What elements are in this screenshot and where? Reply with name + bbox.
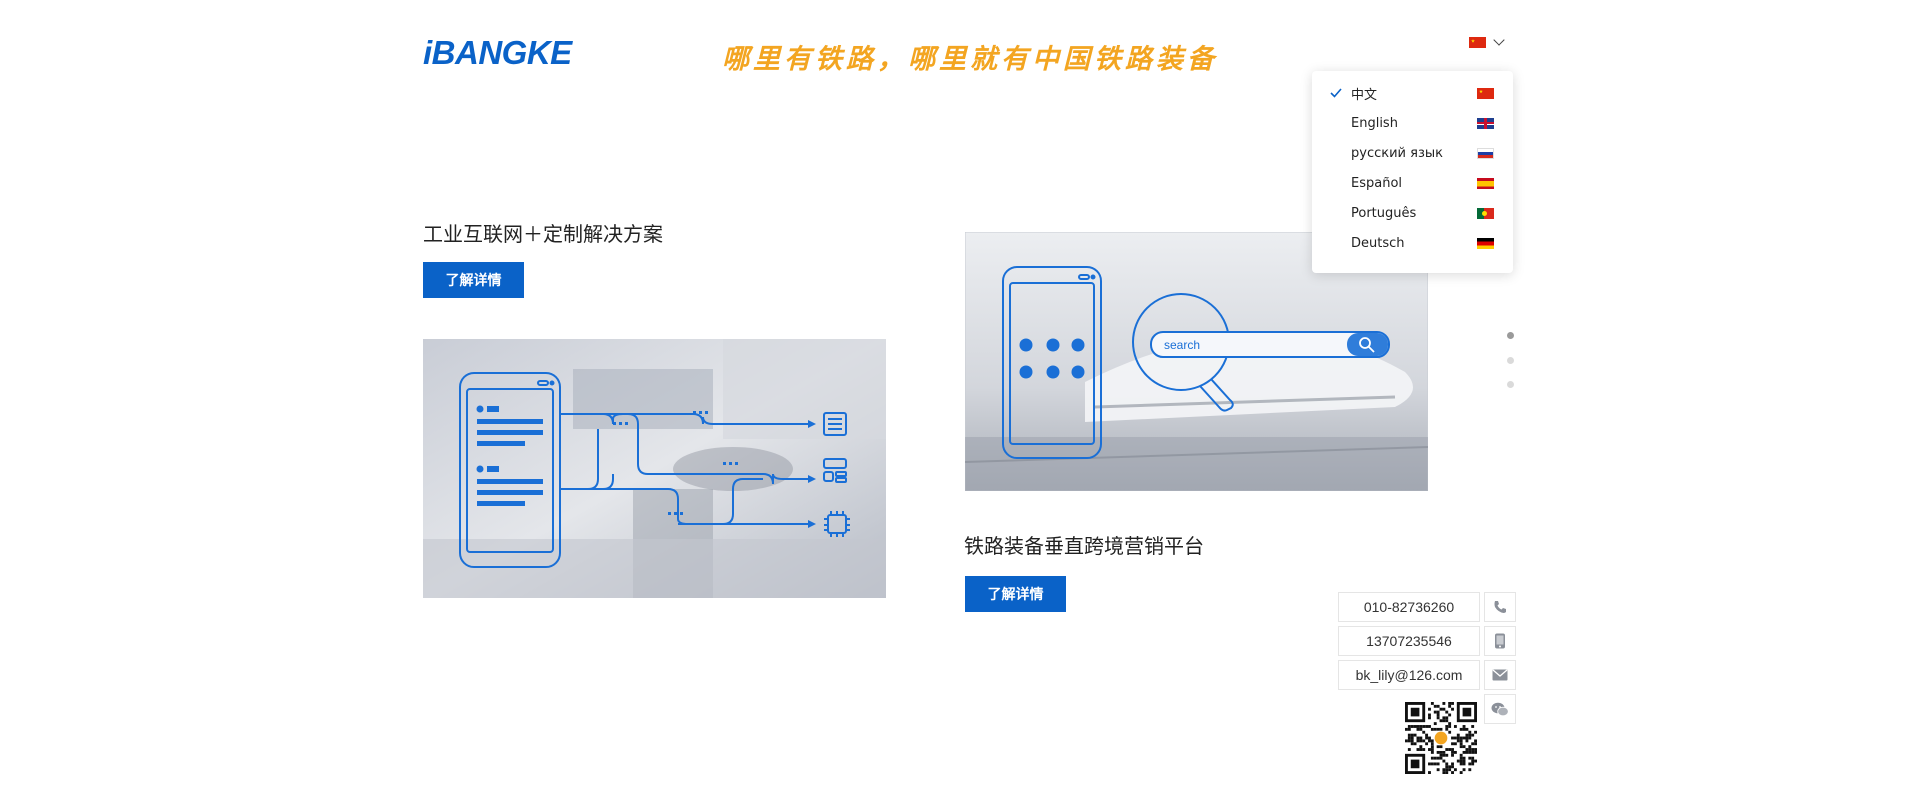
wechat-icon[interactable] — [1484, 694, 1516, 724]
flag-de-icon — [1477, 237, 1494, 249]
language-option-es[interactable]: Español — [1312, 168, 1513, 198]
pagination-dot-2[interactable] — [1507, 357, 1514, 364]
learn-more-button[interactable]: 了解详情 — [423, 262, 524, 298]
pagination-dot-1[interactable] — [1507, 332, 1514, 339]
slogan-banner: 哪里有铁路，哪里就有中国铁路装备 — [722, 44, 1218, 75]
mobile-icon[interactable] — [1484, 626, 1516, 656]
language-option-zh[interactable]: 中文 — [1312, 78, 1513, 108]
contact-phone-number: 010-82736260 — [1338, 592, 1480, 622]
card-title-railway-platform: 铁路装备垂直跨境营销平台 — [964, 534, 1204, 558]
search-placeholder: search — [1164, 338, 1200, 352]
pagination-dot-3[interactable] — [1507, 381, 1514, 388]
language-option-ru[interactable]: русский язык — [1312, 138, 1513, 168]
mail-icon[interactable] — [1484, 660, 1516, 690]
flag-cn-icon — [1477, 87, 1494, 99]
language-label: Português — [1351, 205, 1417, 221]
language-label: русский язык — [1351, 145, 1443, 161]
language-option-de[interactable]: Deutsch — [1312, 228, 1513, 258]
language-option-en[interactable]: English — [1312, 108, 1513, 138]
flag-pt-icon — [1477, 207, 1494, 219]
language-dropdown-menu: 中文 English русский язык Español Portuguê… — [1312, 71, 1513, 273]
contact-mobile-number: 13707235546 — [1338, 626, 1480, 656]
check-icon — [1330, 88, 1342, 98]
language-label: Español — [1351, 175, 1403, 191]
flag-cn-icon — [1469, 37, 1486, 48]
wechat-qr-code — [1401, 698, 1481, 778]
industrial-iot-illustration — [423, 339, 886, 598]
language-option-pt[interactable]: Português — [1312, 198, 1513, 228]
flag-ru-icon — [1477, 147, 1494, 159]
learn-more-button[interactable]: 了解详情 — [965, 576, 1066, 612]
language-label: Deutsch — [1351, 235, 1405, 251]
site-logo[interactable]: iBANGKE — [423, 34, 572, 72]
phone-icon[interactable] — [1484, 592, 1516, 622]
language-switcher[interactable] — [1469, 34, 1505, 48]
flag-es-icon — [1477, 177, 1494, 189]
flag-gb-icon — [1477, 117, 1494, 129]
language-label: English — [1351, 115, 1398, 131]
card-title-industrial-internet: 工业互联网＋定制解决方案 — [423, 222, 663, 246]
language-label: 中文 — [1351, 87, 1378, 103]
contact-email: bk_lily@126.com — [1338, 660, 1480, 690]
chevron-down-icon — [1493, 34, 1505, 46]
